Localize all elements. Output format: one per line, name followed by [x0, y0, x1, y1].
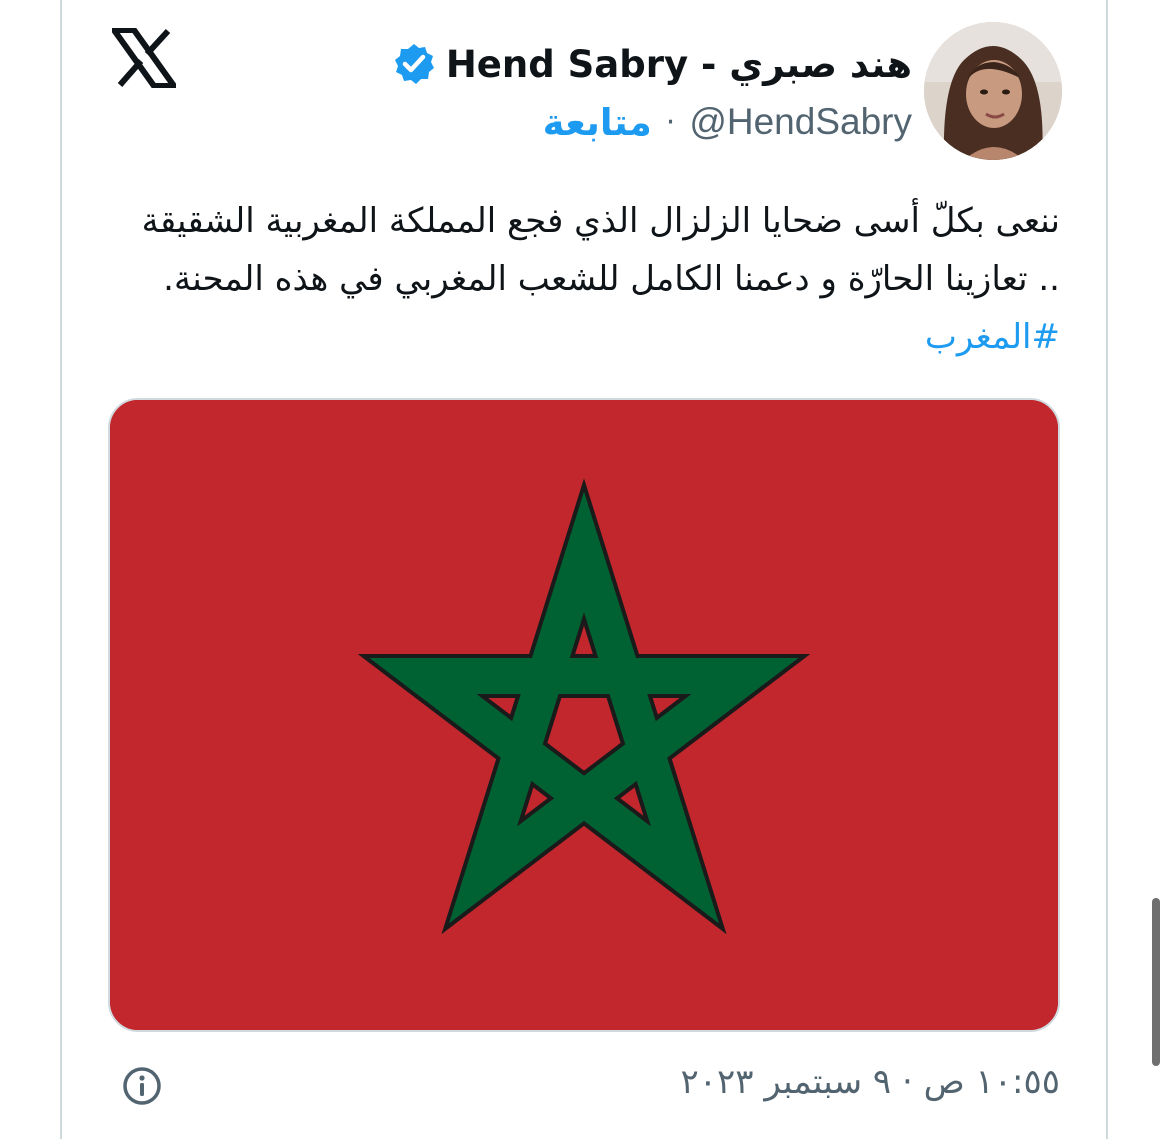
- x-logo-icon[interactable]: [108, 27, 180, 89]
- author-name[interactable]: هند صبري - Hend Sabry: [446, 43, 912, 86]
- tweet-media-image[interactable]: [108, 398, 1060, 1032]
- hashtag-link[interactable]: #المغرب: [925, 317, 1060, 357]
- handle-row: @HendSabry · متابعة: [543, 94, 912, 150]
- separator-dot: ·: [665, 104, 676, 140]
- info-icon[interactable]: [120, 1064, 164, 1108]
- avatar[interactable]: [924, 22, 1062, 160]
- scrollbar[interactable]: [1152, 898, 1160, 1066]
- author-handle[interactable]: @HendSabry: [689, 101, 912, 143]
- page: هند صبري - Hend Sabry @HendSabry · متابع…: [0, 0, 1170, 1139]
- tweet-text-line-2: .. تعازينا الحارّة و دعمنا الكامل للشعب …: [163, 259, 1060, 299]
- tweet-text: ننعى بكلّ أسى ضحايا الزلزال الذي فجع الم…: [120, 192, 1060, 366]
- tweet-text-line-1: ننعى بكلّ أسى ضحايا الزلزال الذي فجع الم…: [141, 201, 1060, 241]
- author-name-row[interactable]: هند صبري - Hend Sabry: [392, 34, 912, 94]
- follow-button[interactable]: متابعة: [543, 101, 652, 144]
- verified-badge-icon[interactable]: [392, 42, 436, 86]
- tweet-timestamp[interactable]: ١٠:٥٥ ص · ٩ سبتمبر ٢٠٢٣: [681, 1062, 1060, 1102]
